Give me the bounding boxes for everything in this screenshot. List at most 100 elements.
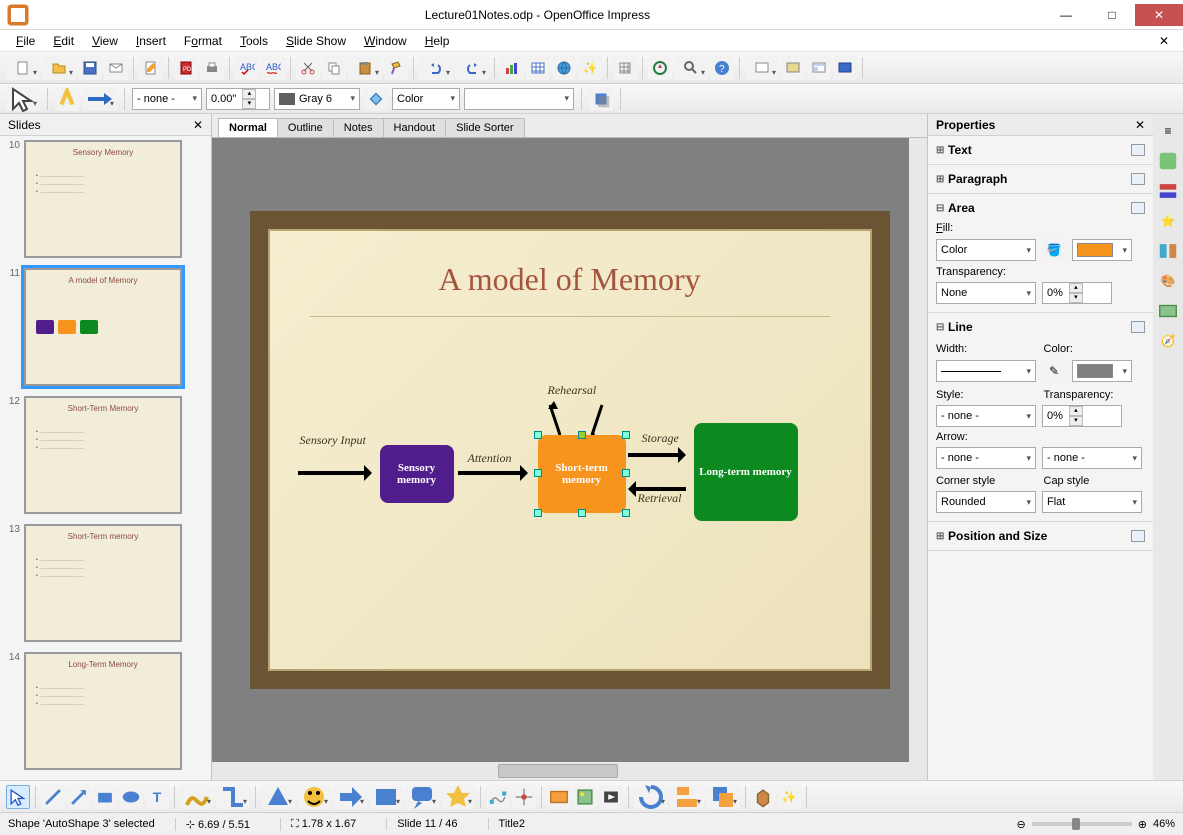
highlight-button[interactable]: [55, 87, 79, 111]
grid-button[interactable]: [613, 56, 637, 80]
fill-type-combo[interactable]: Color▾: [392, 88, 460, 110]
bucket-icon[interactable]: 🪣: [1042, 238, 1066, 262]
slide-design-button[interactable]: [781, 56, 805, 80]
fill-type-select[interactable]: Color▾: [936, 239, 1036, 261]
menu-tools[interactable]: Tools: [232, 32, 276, 50]
hyperlink-button[interactable]: [552, 56, 576, 80]
section-text[interactable]: ⊞Text: [928, 136, 1153, 165]
chart-button[interactable]: [500, 56, 524, 80]
arrow-right-select[interactable]: - none -▾: [1042, 447, 1142, 469]
selection-handle[interactable]: [622, 469, 630, 477]
custom-animation-tab-icon[interactable]: ⭐: [1157, 210, 1179, 232]
line-color-combo[interactable]: Gray 6▾: [274, 88, 360, 110]
popout-icon[interactable]: [1131, 173, 1145, 185]
from-file-button[interactable]: [573, 785, 597, 809]
selection-handle[interactable]: [578, 431, 586, 439]
fill-color-combo[interactable]: ▾: [464, 88, 574, 110]
slide-canvas[interactable]: A model of Memory Sensory Input Attentio…: [212, 138, 927, 762]
interaction-button[interactable]: ✨: [777, 785, 801, 809]
help-button[interactable]: ?: [710, 56, 734, 80]
undo-button[interactable]: [419, 56, 453, 80]
selection-handle[interactable]: [534, 469, 542, 477]
properties-tab-icon[interactable]: [1157, 150, 1179, 172]
menu-view[interactable]: View: [84, 32, 126, 50]
line-style-select[interactable]: - none -▾: [936, 405, 1036, 427]
navigator-tab-icon[interactable]: 🧭: [1157, 330, 1179, 352]
tab-notes[interactable]: Notes: [333, 118, 384, 137]
selection-handle[interactable]: [534, 509, 542, 517]
gallery-tab-icon[interactable]: [1157, 300, 1179, 322]
spellcheck-button[interactable]: ABC: [235, 56, 259, 80]
paste-button[interactable]: [348, 56, 382, 80]
format-paintbrush-button[interactable]: [384, 56, 408, 80]
menu-slideshow[interactable]: Slide Show: [278, 32, 354, 50]
flowchart-shapes-button[interactable]: [369, 785, 403, 809]
rectangle-tool-button[interactable]: [93, 785, 117, 809]
popout-icon[interactable]: [1131, 321, 1145, 333]
menu-insert[interactable]: Insert: [128, 32, 174, 50]
corner-style-select[interactable]: Rounded▾: [936, 491, 1036, 513]
master-pages-tab-icon[interactable]: [1157, 180, 1179, 202]
properties-close-icon[interactable]: ✕: [1135, 118, 1145, 132]
popout-icon[interactable]: [1131, 530, 1145, 542]
save-button[interactable]: [78, 56, 102, 80]
table-button[interactable]: [526, 56, 550, 80]
text-tool-button[interactable]: T: [145, 785, 169, 809]
symbol-shapes-button[interactable]: [297, 785, 331, 809]
autospell-button[interactable]: ABC: [261, 56, 285, 80]
selection-handle[interactable]: [622, 509, 630, 517]
copy-button[interactable]: [322, 56, 346, 80]
fill-bucket-icon[interactable]: [364, 87, 388, 111]
menu-window[interactable]: Window: [356, 32, 415, 50]
tab-slide-sorter[interactable]: Slide Sorter: [445, 118, 524, 137]
transparency-type-select[interactable]: None▾: [936, 282, 1036, 304]
pdf-button[interactable]: PDF: [174, 56, 198, 80]
transparency-value-spinner[interactable]: 0%▴▾: [1042, 282, 1112, 304]
ellipse-tool-button[interactable]: [119, 785, 143, 809]
align-button[interactable]: [670, 785, 704, 809]
rotate-button[interactable]: [634, 785, 668, 809]
slides-list[interactable]: 10Sensory Memory• ………………………• ………………………• …: [0, 136, 211, 780]
vertical-scrollbar[interactable]: [909, 138, 927, 762]
slide-layout-button[interactable]: [807, 56, 831, 80]
line-transp-spinner[interactable]: 0%▴▾: [1042, 405, 1122, 427]
select-tool-button[interactable]: [6, 785, 30, 809]
popout-icon[interactable]: [1131, 202, 1145, 214]
zoom-level[interactable]: 46%: [1153, 818, 1175, 830]
sensory-memory-box[interactable]: Sensory memory: [380, 445, 454, 503]
slide-button[interactable]: [745, 56, 779, 80]
arrow-tool-button[interactable]: [6, 87, 40, 111]
animation-button[interactable]: ✨: [578, 56, 602, 80]
slide-thumbnail[interactable]: 11A model of Memory: [4, 268, 207, 386]
line-tool-button[interactable]: [41, 785, 65, 809]
menu-format[interactable]: Format: [176, 32, 230, 50]
zoom-slider[interactable]: [1032, 822, 1132, 826]
close-button[interactable]: ✕: [1135, 4, 1183, 26]
shadow-button[interactable]: [589, 87, 613, 111]
media-button[interactable]: [599, 785, 623, 809]
arrow-line-tool-button[interactable]: [67, 785, 91, 809]
doc-close-icon[interactable]: ✕: [1153, 32, 1175, 50]
line-style-combo[interactable]: - none -▾: [132, 88, 202, 110]
extrusion-button[interactable]: [751, 785, 775, 809]
navigator-button[interactable]: [648, 56, 672, 80]
line-width-spinner[interactable]: 0.00"▴▾: [206, 88, 270, 110]
section-paragraph[interactable]: ⊞Paragraph: [928, 165, 1153, 194]
maximize-button[interactable]: □: [1089, 4, 1135, 26]
arrow-left-select[interactable]: - none -▾: [936, 447, 1036, 469]
pencil-icon[interactable]: ✎: [1042, 359, 1066, 383]
redo-button[interactable]: [455, 56, 489, 80]
selection-handle[interactable]: [534, 431, 542, 439]
popout-icon[interactable]: [1131, 144, 1145, 156]
new-button[interactable]: [6, 56, 40, 80]
cap-style-select[interactable]: Flat▾: [1042, 491, 1142, 513]
gluepoints-tool-button[interactable]: [512, 785, 536, 809]
slide-thumbnail[interactable]: 14Long-Term Memory• ………………………• …………………………: [4, 652, 207, 770]
line-width-select[interactable]: ▾: [936, 360, 1036, 382]
cut-button[interactable]: [296, 56, 320, 80]
tab-handout[interactable]: Handout: [383, 118, 447, 137]
callout-shapes-button[interactable]: [405, 785, 439, 809]
slide-transition-tab-icon[interactable]: [1157, 240, 1179, 262]
slide-title[interactable]: A model of Memory: [270, 231, 870, 298]
section-position-size[interactable]: ⊞Position and Size: [928, 522, 1153, 551]
